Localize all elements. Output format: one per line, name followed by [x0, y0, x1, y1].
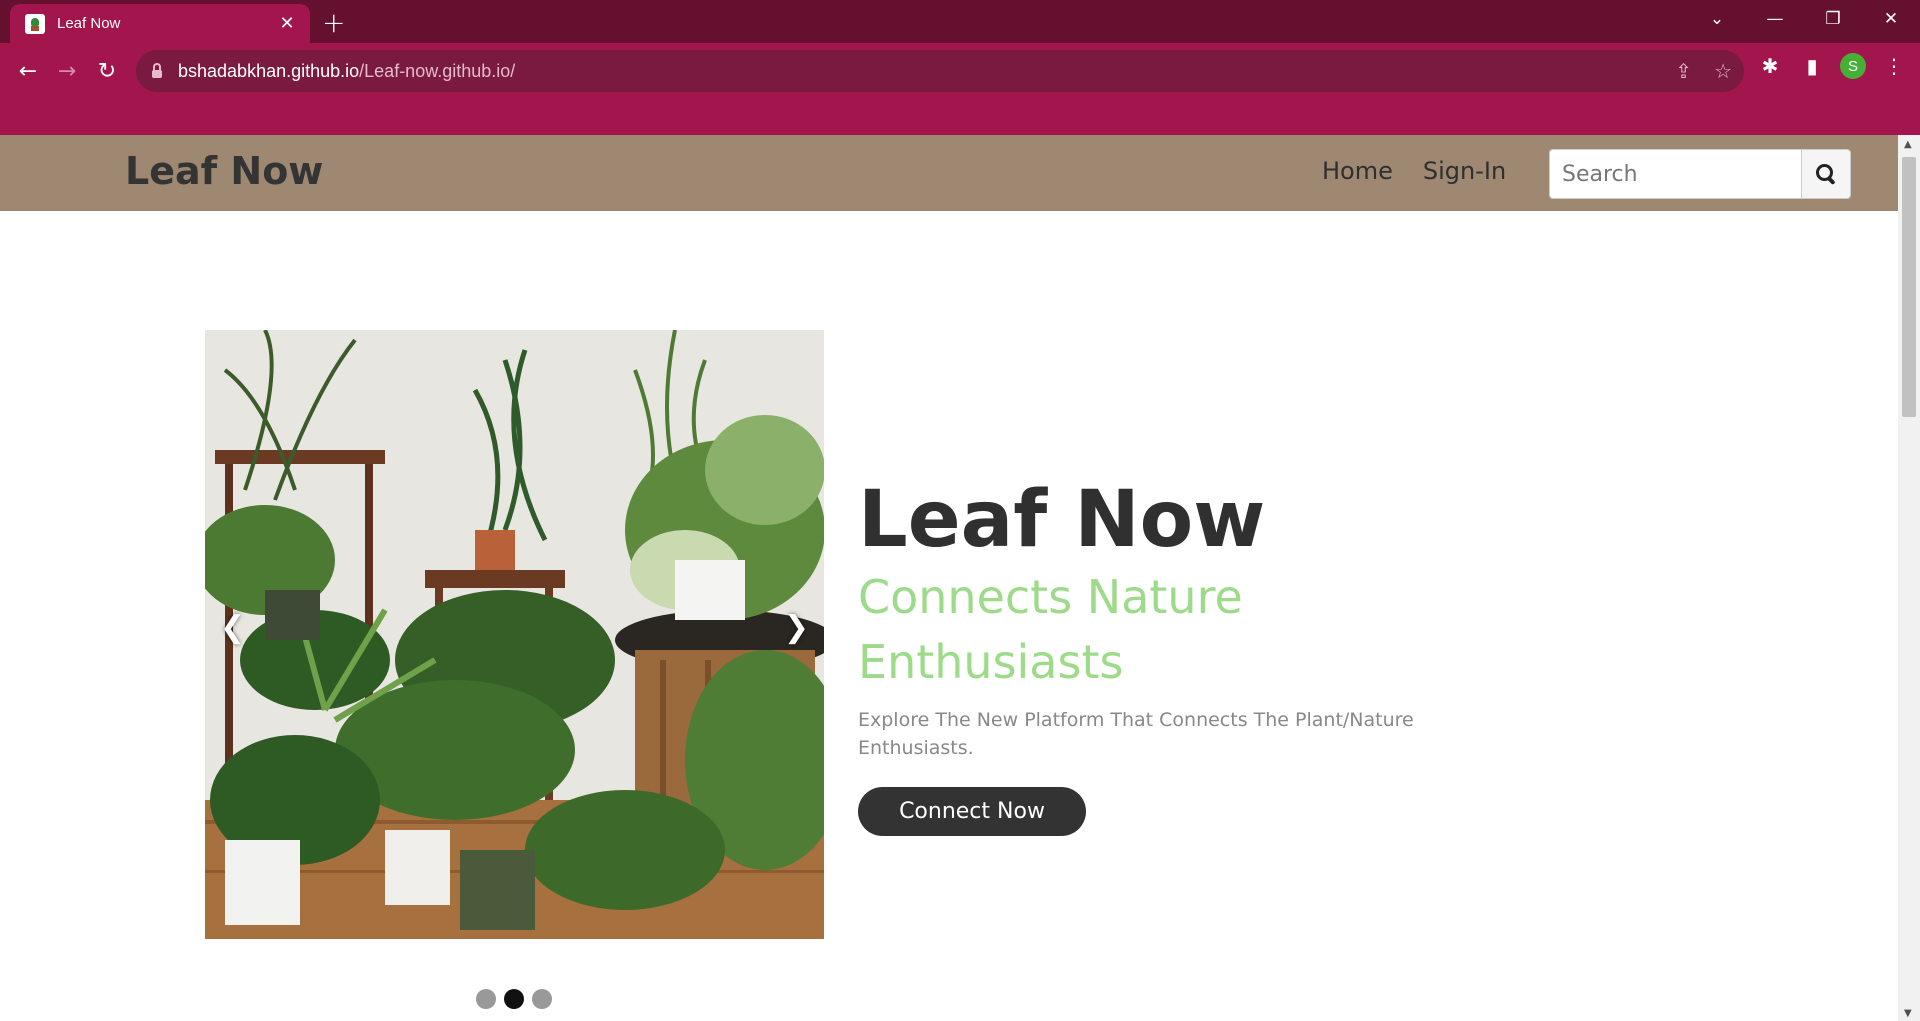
- scroll-down-arrow-icon[interactable]: ▼: [1904, 1008, 1912, 1019]
- url-text[interactable]: bshadabkhan.github.io/Leaf-now.github.io…: [178, 61, 515, 82]
- lock-icon[interactable]: [152, 62, 162, 78]
- carousel-dot-2[interactable]: [504, 989, 524, 1009]
- restore-icon[interactable]: ❐: [1804, 0, 1862, 38]
- carousel-next-icon[interactable]: ❯: [784, 610, 809, 645]
- search-input[interactable]: [1549, 149, 1801, 199]
- scroll-thumb[interactable]: [1902, 157, 1916, 417]
- new-tab-icon[interactable]: +: [322, 6, 345, 39]
- carousel-prev-icon[interactable]: ❮: [220, 610, 245, 645]
- share-icon[interactable]: ⇪: [1675, 59, 1692, 83]
- site-navbar: Leaf Now Home Sign-In: [0, 135, 1898, 211]
- minimize-icon[interactable]: —: [1746, 0, 1804, 38]
- carousel-indicators: [476, 989, 552, 1009]
- bookmark-star-icon[interactable]: ☆: [1714, 59, 1732, 83]
- back-icon[interactable]: ←: [12, 55, 44, 87]
- search-form: [1549, 149, 1851, 199]
- close-tab-icon[interactable]: ✕: [276, 13, 298, 34]
- connect-now-button[interactable]: Connect Now: [858, 787, 1086, 836]
- window-controls: ⌄ — ❐ ✕: [1688, 0, 1920, 38]
- hero-subtitle: Connects Nature Enthusiasts: [858, 570, 1243, 689]
- page-viewport: Leaf Now Home Sign-In Search ❮ ❯ Leaf No…: [0, 135, 1898, 1021]
- profile-avatar[interactable]: S: [1840, 53, 1866, 79]
- menu-kebab-icon[interactable]: ⋮: [1880, 54, 1908, 78]
- nav-link-sign-in[interactable]: Sign-In: [1423, 157, 1506, 185]
- plant-carousel: ❮ ❯: [205, 330, 824, 939]
- extensions-icon[interactable]: ✱: [1756, 54, 1784, 78]
- scroll-up-arrow-icon[interactable]: ▲: [1904, 139, 1912, 150]
- side-panel-icon[interactable]: ▮: [1798, 54, 1826, 78]
- carousel-plant-image: [205, 330, 824, 939]
- forward-icon[interactable]: →: [51, 55, 83, 87]
- browser-tabstrip: Leaf Now ✕ + ⌄ — ❐ ✕: [0, 0, 1920, 43]
- browser-toolbar: ← → ↻ bshadabkhan.github.io/Leaf-now.git…: [0, 43, 1920, 139]
- carousel-dot-3[interactable]: [532, 989, 552, 1009]
- search-button[interactable]: [1801, 149, 1851, 199]
- carousel-dot-1[interactable]: [476, 989, 496, 1009]
- hero-title: Leaf Now: [858, 475, 1266, 565]
- nav-link-home[interactable]: Home: [1322, 157, 1393, 185]
- reload-icon[interactable]: ↻: [91, 55, 123, 87]
- search-icon: [1816, 164, 1836, 184]
- hero-description: Explore The New Platform That Connects T…: [858, 709, 1414, 759]
- plant-favicon-icon: [25, 13, 45, 34]
- browser-tab[interactable]: Leaf Now ✕: [10, 4, 310, 43]
- tab-title: Leaf Now: [57, 15, 121, 32]
- site-brand[interactable]: Leaf Now: [125, 149, 323, 193]
- page-scrollbar[interactable]: ▲ ▼: [1898, 135, 1920, 1021]
- close-window-icon[interactable]: ✕: [1862, 0, 1920, 38]
- tab-search-icon[interactable]: ⌄: [1688, 0, 1746, 38]
- address-bar[interactable]: bshadabkhan.github.io/Leaf-now.github.io…: [136, 50, 1744, 92]
